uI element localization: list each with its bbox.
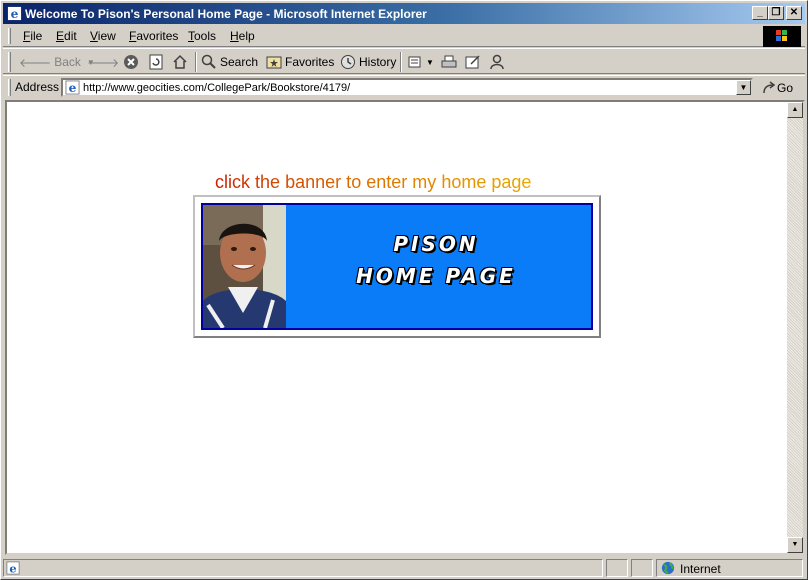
address-input[interactable]: e http://www.geocities.com/CollegePark/B… [61, 78, 753, 97]
status-message-panel: e [3, 559, 603, 577]
status-bar: e Internet [3, 557, 805, 578]
refresh-button[interactable] [148, 52, 164, 72]
print-icon [441, 55, 457, 68]
menu-help[interactable]: Help [230, 29, 255, 43]
menu-favorites[interactable]: Favorites [129, 29, 178, 43]
go-button[interactable]: Go [761, 80, 793, 96]
home-button[interactable] [172, 52, 188, 72]
search-button[interactable]: Search [201, 52, 258, 72]
headline-enter-home: to enter my home page [346, 172, 532, 192]
banner-subtitle: HOME PAGE [356, 264, 516, 288]
page-content: click the banner to enter my home page P… [5, 100, 805, 555]
edit-button[interactable] [465, 52, 481, 72]
menu-grip[interactable] [8, 28, 11, 44]
banner-title: PISON [393, 232, 479, 256]
favorites-icon [266, 56, 282, 69]
history-button[interactable]: History [340, 52, 396, 72]
svg-text:e: e [11, 7, 19, 21]
page-headline: click the banner to enter my home page [215, 172, 531, 193]
ie-logo-icon: e [7, 6, 22, 21]
browser-window: e Welcome To Pison's Personal Home Page … [0, 0, 808, 580]
address-bar: Address e http://www.geocities.com/Colle… [3, 75, 805, 98]
scroll-down-icon[interactable]: ▼ [787, 537, 803, 553]
page-status-icon: e [6, 561, 20, 575]
favorites-label: Favorites [285, 55, 335, 69]
toolbar-separator [195, 52, 197, 72]
back-arrow-icon: 🡐 [19, 55, 52, 70]
mail-icon [408, 56, 421, 68]
stop-icon [124, 55, 138, 69]
back-button[interactable]: 🡐 Back ▼ [19, 52, 95, 72]
menu-edit[interactable]: Edit [56, 29, 77, 43]
page-icon: e [65, 80, 80, 95]
mail-dropdown-icon[interactable]: ▼ [426, 58, 434, 67]
svg-text:e: e [9, 561, 16, 575]
refresh-icon [149, 54, 163, 70]
home-page-banner-link[interactable]: PISON HOME PAGE [193, 195, 601, 338]
title-bar[interactable]: e Welcome To Pison's Personal Home Page … [3, 3, 805, 24]
back-label: Back [54, 55, 81, 69]
menu-tools[interactable]: Tools [188, 29, 216, 43]
minimize-button[interactable]: _ [752, 6, 768, 20]
favorites-button[interactable]: Favorites [266, 52, 334, 72]
go-label: Go [777, 81, 794, 95]
security-zone-panel: Internet [656, 559, 803, 577]
menu-view[interactable]: View [90, 29, 116, 43]
search-icon [201, 54, 216, 69]
svg-text:e: e [69, 81, 77, 95]
toolbar-grip[interactable] [8, 52, 11, 72]
address-url: http://www.geocities.com/CollegePark/Boo… [83, 82, 351, 94]
status-panel [631, 559, 653, 577]
messenger-icon [490, 54, 504, 70]
history-icon [341, 55, 355, 69]
vertical-scrollbar[interactable]: ▲ ▼ [787, 102, 803, 553]
forward-arrow-icon: 🡒 [87, 55, 120, 70]
address-label: Address [15, 80, 60, 94]
history-label: History [359, 55, 397, 69]
scroll-up-icon[interactable]: ▲ [787, 102, 803, 118]
headline-click-banner: click the banner [215, 172, 342, 192]
stop-button[interactable] [123, 52, 139, 72]
search-label: Search [220, 55, 259, 69]
messenger-button[interactable] [489, 52, 505, 72]
close-button[interactable]: ✕ [786, 6, 802, 20]
toolbar-separator [400, 52, 402, 72]
menu-bar: File Edit View Favorites Tools Help [3, 25, 805, 47]
address-grip[interactable] [8, 79, 11, 96]
windows-logo-icon [763, 26, 801, 47]
banner-image: PISON HOME PAGE [201, 203, 593, 330]
mail-button[interactable]: ▼ [408, 52, 434, 72]
internet-globe-icon [661, 561, 675, 575]
address-dropdown-icon[interactable]: ▼ [736, 80, 751, 95]
menu-file[interactable]: File [23, 29, 42, 43]
window-title: Welcome To Pison's Personal Home Page - … [25, 7, 427, 21]
restore-button[interactable]: ❐ [768, 6, 784, 20]
go-arrow-icon [763, 81, 776, 94]
edit-icon [465, 55, 480, 69]
status-panel [606, 559, 628, 577]
profile-photo [203, 205, 286, 328]
home-icon [173, 54, 187, 69]
zone-label: Internet [680, 562, 721, 576]
standard-toolbar: 🡐 Back ▼ 🡒 ▼ Search Favorites History [3, 48, 805, 74]
print-button[interactable] [441, 52, 457, 72]
